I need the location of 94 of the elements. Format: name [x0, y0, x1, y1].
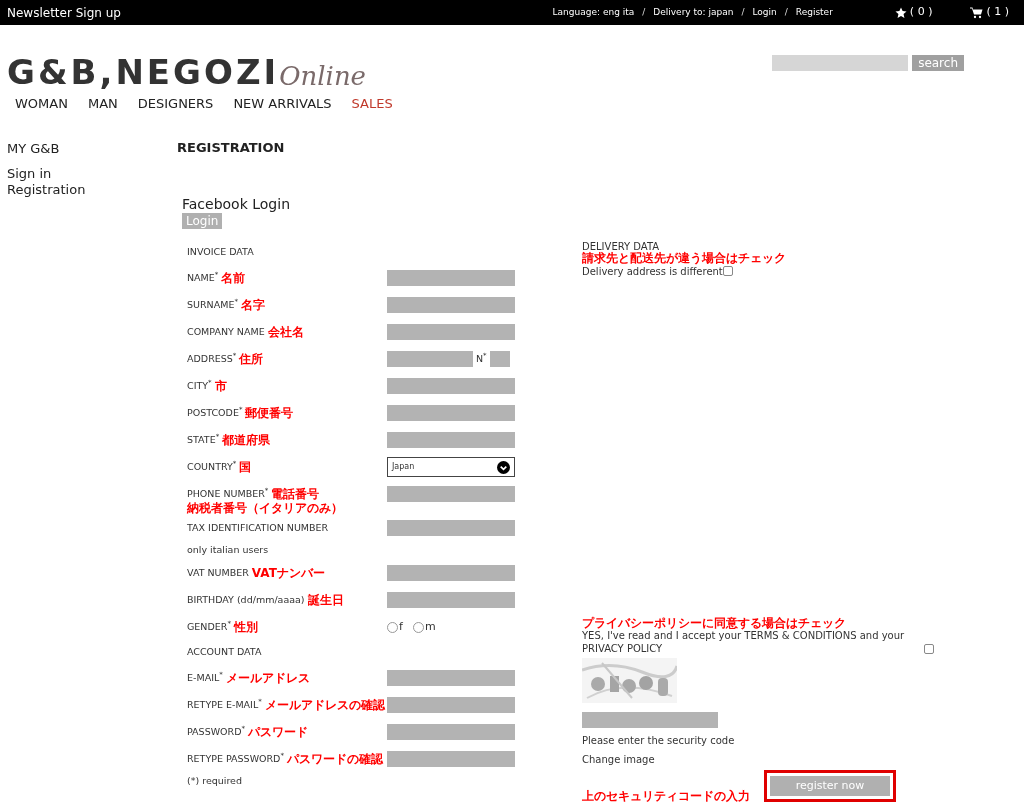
annotation-text: 市: [214, 380, 227, 392]
top-link[interactable]: Language: eng ita: [552, 5, 635, 20]
privacy-checkbox[interactable]: [924, 644, 934, 654]
input-field[interactable]: [387, 297, 515, 313]
field-label: NAME$^{*}$: [187, 270, 219, 285]
separator-text: /: [784, 5, 788, 19]
section-heading: ACCOUNT DATA: [187, 645, 263, 660]
annotation-text: 性別: [233, 621, 258, 633]
hint-text: (*) required: [187, 774, 243, 789]
nav-link[interactable]: NEW ARRIVALS: [233, 94, 332, 114]
input-field[interactable]: [387, 486, 515, 502]
input-field[interactable]: [387, 351, 473, 367]
input-field[interactable]: [387, 565, 515, 581]
separator-text: /: [741, 5, 745, 19]
search-field[interactable]: [772, 55, 909, 71]
input-field[interactable]: [387, 751, 515, 767]
annotation-text: 住所: [239, 353, 264, 365]
wishlist-count[interactable]: ( 0 ): [909, 4, 933, 21]
field-label: PHONE NUMBER$^{*}$: [187, 486, 269, 501]
field-label: SURNAME$^{*}$: [187, 297, 238, 312]
star-icon[interactable]: [894, 6, 907, 19]
field-label: E-MAIL$^{*}$: [187, 670, 223, 685]
annotation-text: メールアドレスの確認: [264, 699, 385, 711]
sidebar-link[interactable]: Sign in: [7, 165, 177, 182]
annotation-text: 名字: [240, 299, 265, 311]
annotation-text: プライバシーポリシーに同意する場合はチェック: [582, 617, 846, 629]
input-field[interactable]: [387, 270, 515, 286]
annotation-text: 会社名: [267, 326, 304, 338]
field-label: N$^{*}$: [476, 351, 487, 366]
input-field[interactable]: [387, 520, 515, 536]
facebook-login-title: Facebook Login: [182, 195, 290, 212]
hint-text: only italian users: [187, 543, 270, 558]
top-link[interactable]: Delivery to: japan: [653, 5, 734, 20]
security-code-field[interactable]: [582, 712, 718, 728]
field-label: COMPANY NAME: [187, 324, 265, 339]
field-label: TAX IDENTIFICATION NUMBER: [187, 520, 329, 535]
field-label: COUNTRY$^{*}$: [187, 459, 237, 474]
input-field[interactable]: [387, 697, 515, 713]
annotation-text: 請求先と配送先が違う場合はチェック: [582, 251, 787, 264]
annotation-text: パスワード: [248, 726, 309, 738]
annotation-text: 都道府県: [222, 434, 271, 446]
option-label: f: [399, 618, 403, 635]
input-field[interactable]: [387, 724, 515, 740]
annotation-text: 郵便番号: [245, 407, 294, 419]
input-field[interactable]: [489, 351, 510, 367]
annotation-text: 電話番号: [271, 488, 320, 500]
field-label: CITY$^{*}$: [187, 378, 212, 393]
cart-icon[interactable]: [970, 6, 984, 19]
section-heading: DELIVERY DATA: [582, 240, 661, 252]
consent-text: YES, I've read and I accept your TERMS & CONDITIONS and your PRIVACY POLICY: [582, 630, 906, 655]
input-field[interactable]: [387, 405, 515, 421]
newsletter-link[interactable]: Newsletter Sign up: [7, 3, 121, 22]
hint-text: Please enter the security code: [582, 734, 735, 748]
input-field[interactable]: [387, 378, 515, 394]
input-field[interactable]: [387, 324, 515, 340]
top-link[interactable]: Login: [752, 5, 777, 20]
nav-link[interactable]: MAN: [87, 94, 118, 114]
sidebar-link[interactable]: Registration: [7, 181, 177, 198]
country-select[interactable]: Japan: [387, 457, 515, 477]
nav-link[interactable]: WOMAN: [15, 94, 68, 114]
input-field[interactable]: [387, 670, 515, 686]
cart-count[interactable]: ( 1 ): [986, 4, 1009, 21]
annotation-text: 納税者番号（イタリアのみ）: [187, 501, 344, 515]
page-title: REGISTRATION: [177, 140, 286, 154]
top-link[interactable]: Register: [795, 5, 833, 20]
sidebar-heading: MY G&B: [7, 140, 61, 157]
field-label: ADDRESS$^{*}$: [187, 351, 237, 366]
option-label: m: [424, 618, 436, 635]
field-label: POSTCODE$^{*}$: [187, 405, 243, 420]
section-heading: INVOICE DATA: [187, 245, 255, 260]
logo[interactable]: G&B,NEGOZI Online: [7, 51, 366, 89]
annotation-text: 上のセキュリティコードの入力: [582, 790, 750, 802]
field-label: GENDER$^{*}$: [187, 619, 231, 634]
field-label: VAT NUMBER: [187, 565, 249, 580]
field-label: PASSWORD$^{*}$: [187, 724, 246, 739]
change-image-link[interactable]: Change image: [582, 753, 655, 767]
separator-text: /: [642, 5, 646, 19]
checkbox-label: Delivery address is different: [582, 265, 723, 279]
field-label: RETYPE E-MAIL$^{*}$: [187, 697, 262, 712]
annotation-text: パスワードの確認: [287, 753, 383, 765]
field-label: BIRTHDAY (dd/mm/aaaa): [187, 592, 305, 607]
nav-link[interactable]: DESIGNERS: [137, 94, 214, 114]
annotation-text: VATナンバー: [251, 567, 325, 579]
input-field[interactable]: [387, 432, 515, 448]
field-label: RETYPE PASSWORD$^{*}$: [187, 751, 284, 766]
annotation-text: メールアドレス: [225, 672, 310, 684]
chevron-down-icon: [497, 460, 510, 474]
annotation-text: 誕生日: [307, 594, 344, 606]
delivery-checkbox[interactable]: [722, 266, 733, 276]
annotation-text: 国: [239, 461, 252, 473]
annotation-text: 名前: [221, 272, 246, 284]
nav-link[interactable]: SALES: [351, 94, 393, 114]
field-label: STATE$^{*}$: [187, 432, 220, 447]
input-field[interactable]: [387, 592, 515, 608]
